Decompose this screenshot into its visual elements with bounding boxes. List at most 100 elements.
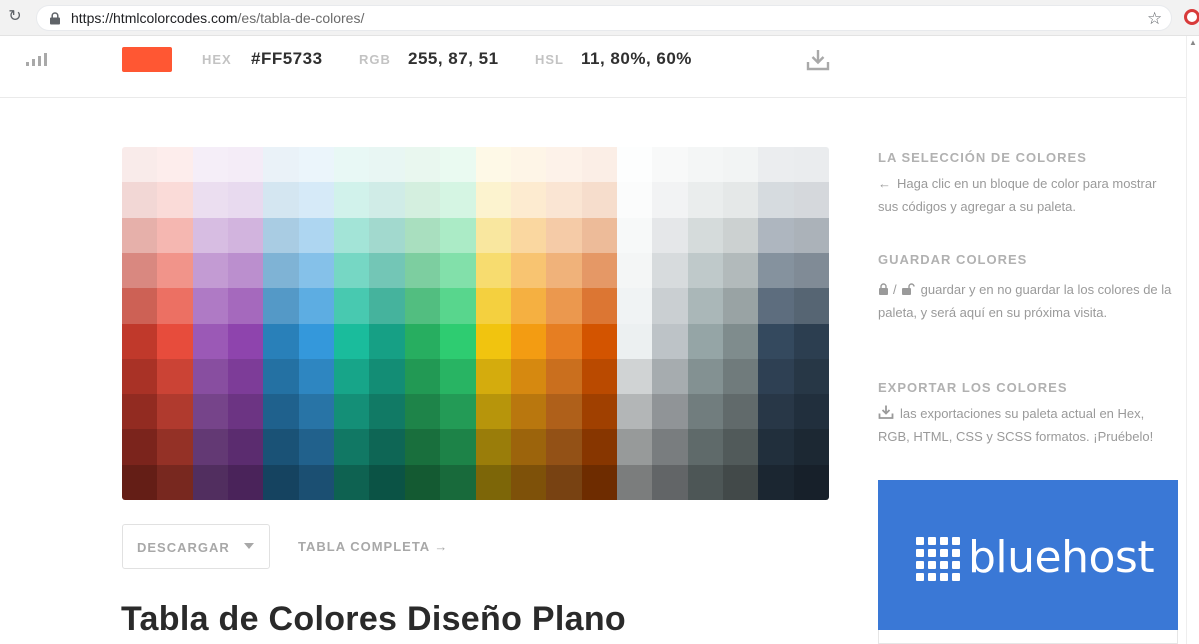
color-cell[interactable] [263, 394, 300, 431]
color-cell[interactable] [334, 252, 371, 289]
hex-value[interactable]: #FF5733 [251, 49, 323, 69]
color-cell[interactable] [546, 323, 583, 360]
color-cell[interactable] [122, 182, 158, 219]
color-cell[interactable] [228, 252, 265, 289]
color-cell[interactable] [334, 147, 371, 183]
color-cell[interactable] [510, 429, 547, 466]
color-cell[interactable] [722, 252, 759, 289]
color-cell[interactable] [122, 288, 158, 325]
color-cell[interactable] [687, 429, 724, 466]
color-cell[interactable] [793, 394, 829, 431]
color-cell[interactable] [192, 182, 229, 219]
color-cell[interactable] [228, 358, 265, 395]
color-cell[interactable] [546, 252, 583, 289]
color-cell[interactable] [652, 217, 689, 254]
color-cell[interactable] [616, 288, 653, 325]
color-cell[interactable] [793, 323, 829, 360]
color-cell[interactable] [475, 252, 512, 289]
color-cell[interactable] [192, 323, 229, 360]
color-cell[interactable] [263, 358, 300, 395]
download-icon[interactable] [806, 49, 830, 71]
color-cell[interactable] [687, 288, 724, 325]
color-cell[interactable] [475, 323, 512, 360]
color-cell[interactable] [722, 464, 759, 500]
color-cell[interactable] [758, 182, 795, 219]
color-cell[interactable] [440, 358, 477, 395]
color-cell[interactable] [546, 429, 583, 466]
color-cell[interactable] [440, 217, 477, 254]
color-cell[interactable] [616, 323, 653, 360]
color-cell[interactable] [334, 394, 371, 431]
color-cell[interactable] [334, 323, 371, 360]
color-cell[interactable] [616, 217, 653, 254]
color-cell[interactable] [510, 252, 547, 289]
color-cell[interactable] [298, 358, 335, 395]
color-cell[interactable] [687, 394, 724, 431]
color-cell[interactable] [192, 288, 229, 325]
color-cell[interactable] [687, 323, 724, 360]
color-cell[interactable] [546, 182, 583, 219]
color-cell[interactable] [263, 147, 300, 183]
color-cell[interactable] [263, 323, 300, 360]
color-cell[interactable] [616, 182, 653, 219]
color-cell[interactable] [440, 464, 477, 500]
color-cell[interactable] [652, 252, 689, 289]
color-cell[interactable] [581, 217, 618, 254]
color-cell[interactable] [404, 147, 441, 183]
color-cell[interactable] [616, 464, 653, 500]
color-cell[interactable] [157, 464, 194, 500]
color-cell[interactable] [475, 217, 512, 254]
color-cell[interactable] [157, 217, 194, 254]
color-cell[interactable] [334, 182, 371, 219]
color-cell[interactable] [758, 464, 795, 500]
color-cell[interactable] [793, 252, 829, 289]
color-cell[interactable] [369, 429, 406, 466]
color-cell[interactable] [510, 464, 547, 500]
color-cell[interactable] [687, 464, 724, 500]
color-cell[interactable] [122, 323, 158, 360]
color-cell[interactable] [122, 252, 158, 289]
color-cell[interactable] [475, 358, 512, 395]
color-cell[interactable] [616, 394, 653, 431]
color-cell[interactable] [228, 182, 265, 219]
color-cell[interactable] [546, 358, 583, 395]
color-cell[interactable] [404, 323, 441, 360]
color-cell[interactable] [263, 252, 300, 289]
color-cell[interactable] [369, 288, 406, 325]
color-cell[interactable] [546, 394, 583, 431]
color-cell[interactable] [546, 288, 583, 325]
color-cell[interactable] [298, 394, 335, 431]
color-cell[interactable] [758, 217, 795, 254]
color-cell[interactable] [652, 288, 689, 325]
color-cell[interactable] [228, 429, 265, 466]
color-cell[interactable] [546, 147, 583, 183]
color-cell[interactable] [616, 147, 653, 183]
color-cell[interactable] [687, 182, 724, 219]
color-cell[interactable] [758, 429, 795, 466]
color-cell[interactable] [298, 323, 335, 360]
descargar-dropdown[interactable]: DESCARGAR [122, 524, 270, 569]
color-cell[interactable] [722, 394, 759, 431]
color-cell[interactable] [404, 429, 441, 466]
color-cell[interactable] [687, 217, 724, 254]
color-cell[interactable] [298, 252, 335, 289]
color-cell[interactable] [616, 358, 653, 395]
reload-icon[interactable]: ↻ [6, 8, 24, 26]
color-cell[interactable] [157, 288, 194, 325]
color-cell[interactable] [581, 323, 618, 360]
color-cell[interactable] [369, 182, 406, 219]
color-cell[interactable] [652, 147, 689, 183]
color-cell[interactable] [793, 217, 829, 254]
color-cell[interactable] [369, 464, 406, 500]
color-cell[interactable] [404, 394, 441, 431]
color-cell[interactable] [652, 182, 689, 219]
color-cell[interactable] [298, 147, 335, 183]
color-cell[interactable] [722, 429, 759, 466]
color-cell[interactable] [228, 394, 265, 431]
color-cell[interactable] [440, 182, 477, 219]
color-cell[interactable] [581, 429, 618, 466]
color-cell[interactable] [263, 182, 300, 219]
color-cell[interactable] [687, 252, 724, 289]
color-cell[interactable] [510, 217, 547, 254]
color-cell[interactable] [581, 464, 618, 500]
